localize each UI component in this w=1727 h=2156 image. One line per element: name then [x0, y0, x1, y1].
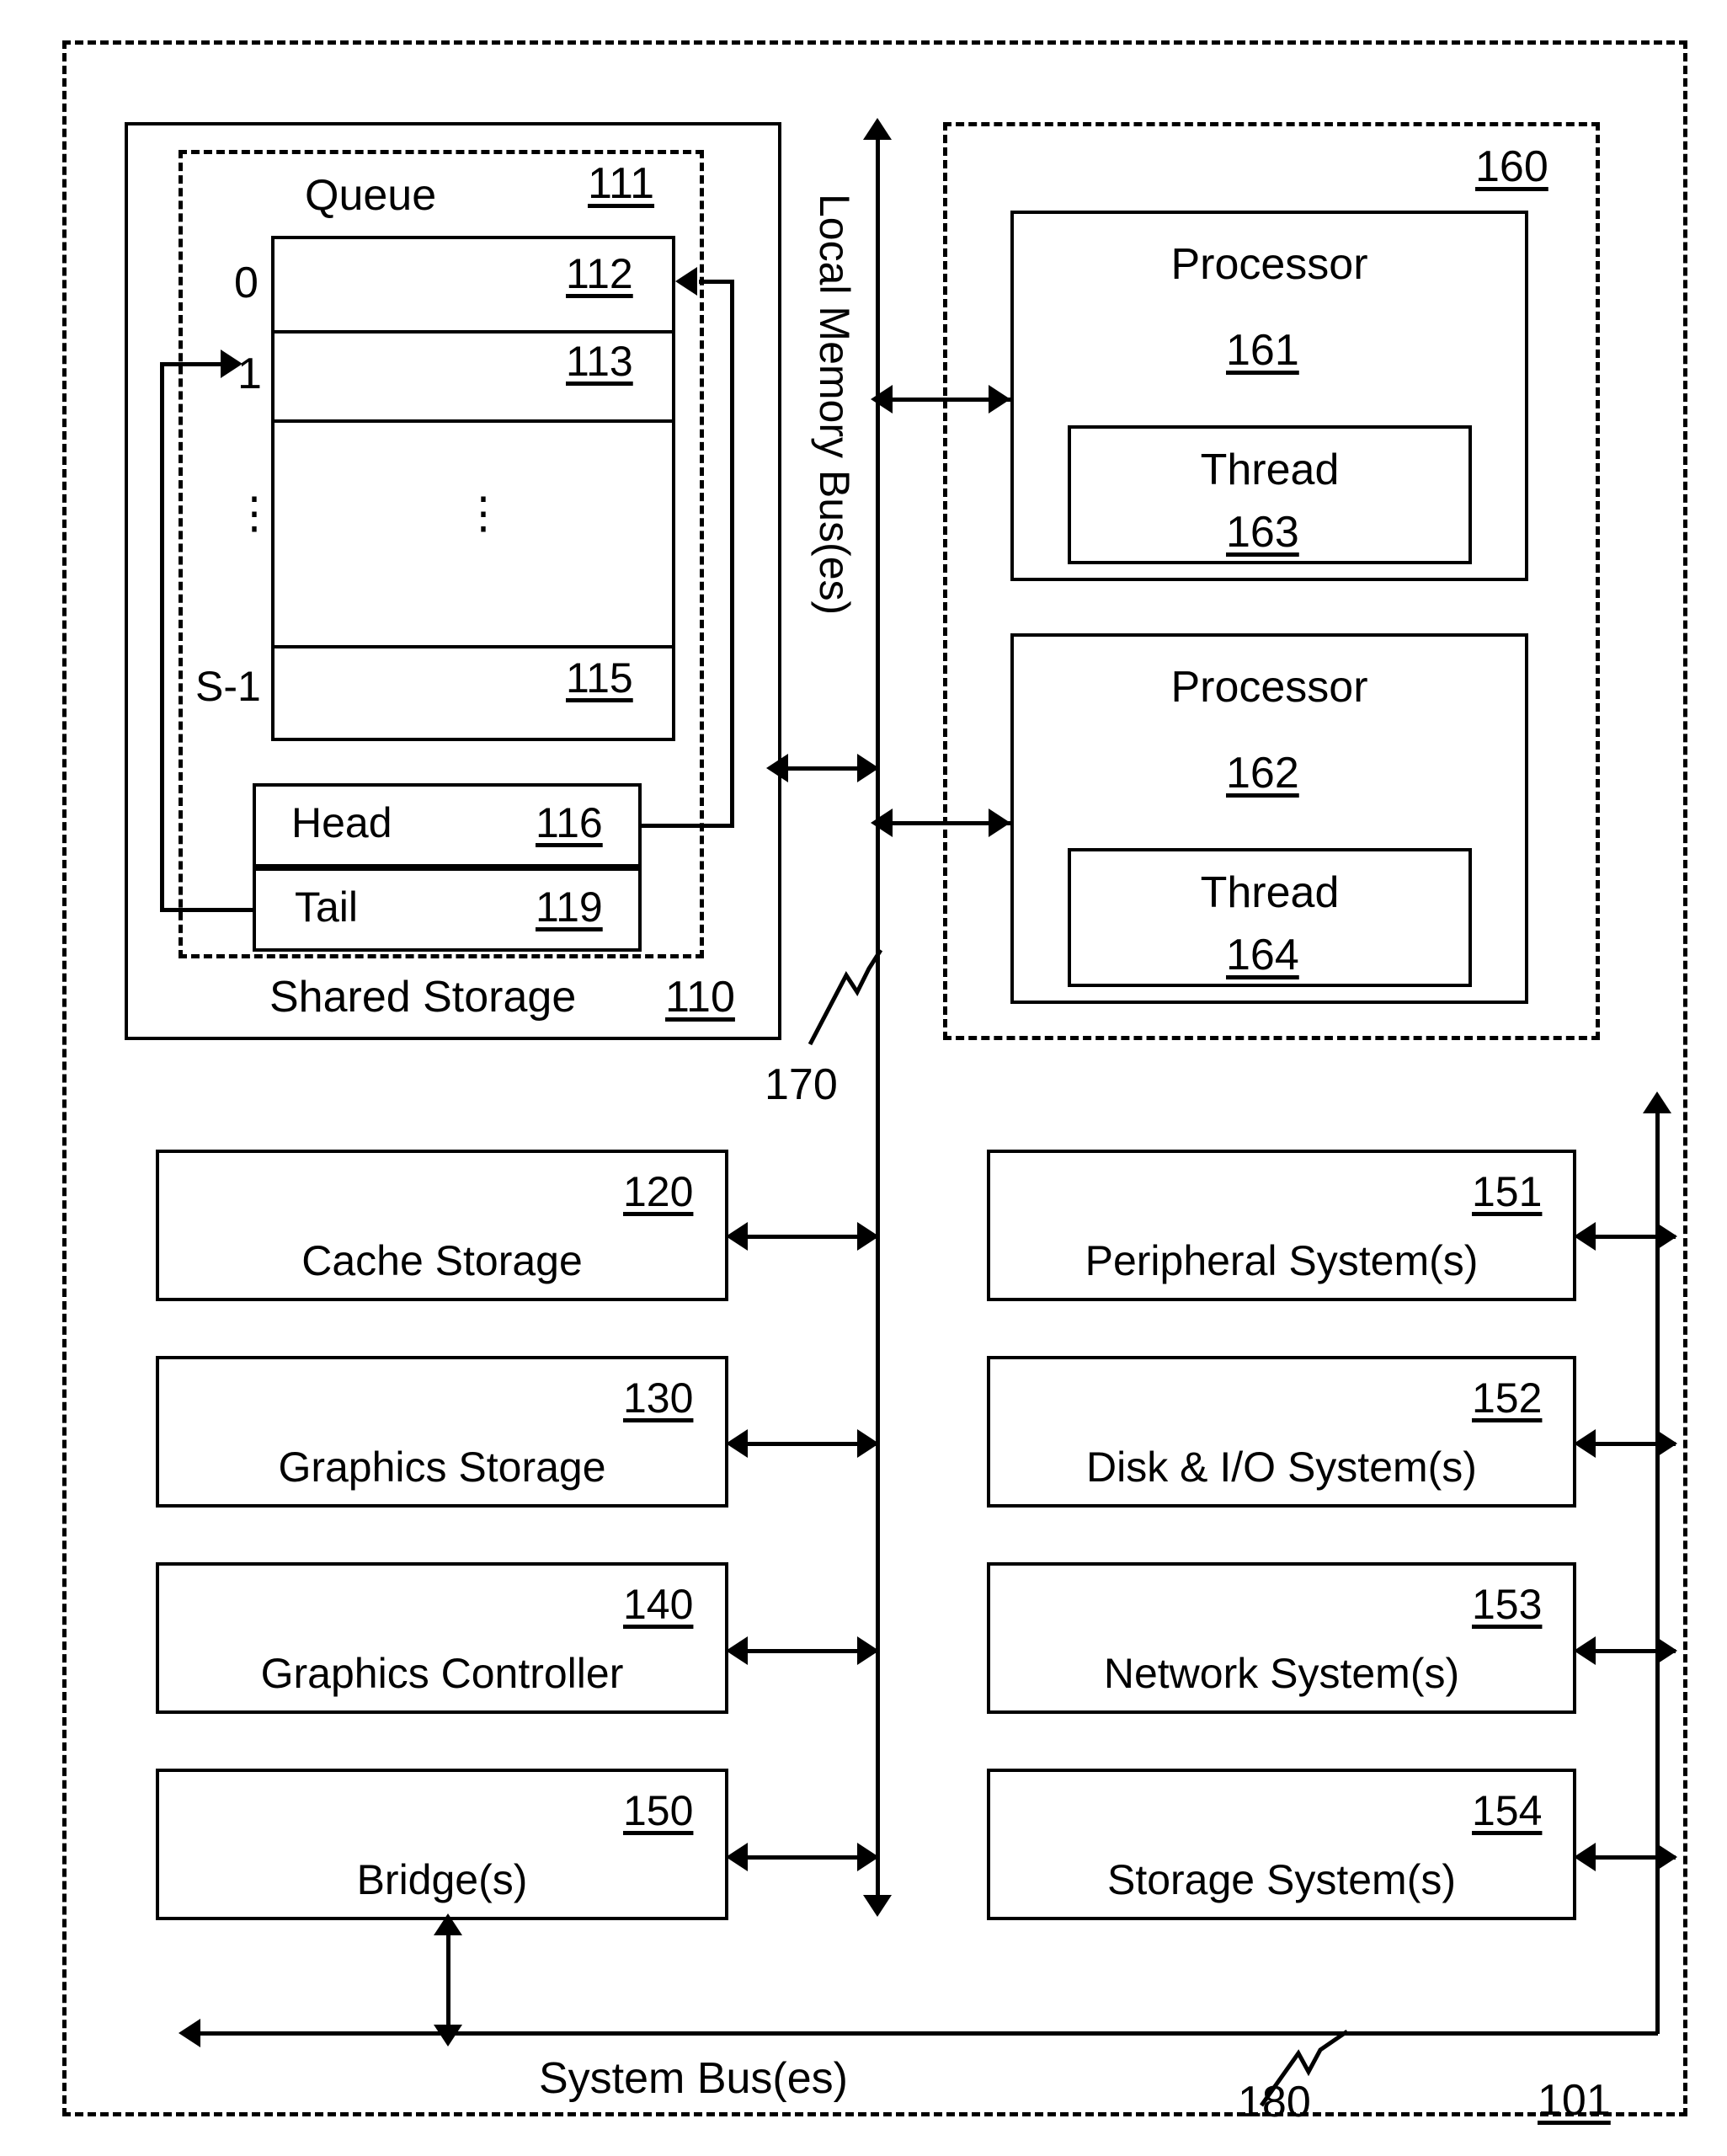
- thread-163-ref: 163: [1226, 508, 1299, 557]
- disk-io-systems-label: Disk & I/O System(s): [1086, 1444, 1477, 1491]
- bus-to-processor-161-arrow-left: [871, 385, 893, 414]
- shared-storage-bus-arrow-left: [766, 754, 788, 782]
- bridge-to-system-bus-arrow-down: [434, 2025, 462, 2047]
- shared-storage-ref-110: 110: [665, 973, 735, 1022]
- system-bus-line: [200, 2031, 1658, 2036]
- cache-storage-ref: 120: [623, 1168, 694, 1215]
- queue-cell-ref-112: 112: [566, 250, 633, 297]
- queue-row-label-0: 0: [234, 259, 259, 307]
- graphics-storage-ref: 130: [623, 1374, 694, 1422]
- head-label: Head: [291, 799, 392, 846]
- network-systems-label: Network System(s): [1103, 1650, 1460, 1697]
- storage-systems-label: Storage System(s): [1106, 1856, 1456, 1903]
- processor-161-label: Processor: [1170, 240, 1368, 289]
- local-memory-bus-ref-170: 170: [765, 1060, 838, 1109]
- storage-systems-arrow-left: [1574, 1843, 1596, 1871]
- tail-pointer-line-h-bottom: [160, 908, 254, 912]
- network-systems-arrow-left: [1574, 1636, 1596, 1665]
- graphics-controller-label: Graphics Controller: [260, 1650, 624, 1697]
- shared-storage-label: Shared Storage: [269, 973, 577, 1022]
- cache-storage-label: Cache Storage: [301, 1237, 583, 1284]
- head-pointer-line-h-top: [699, 280, 733, 284]
- queue-ref-111: 111: [588, 159, 655, 208]
- processor-group-ref-160: 160: [1475, 142, 1548, 191]
- tail-ref-119: 119: [536, 883, 603, 931]
- queue-middle-ellipsis: ⋮: [461, 489, 505, 538]
- peripheral-systems-arrow-left: [1574, 1222, 1596, 1251]
- local-memory-bus-lead-squiggle: [808, 948, 883, 1046]
- disk-io-systems-arrow-left: [1574, 1429, 1596, 1458]
- graphics-controller-arrow-right: [857, 1636, 879, 1665]
- queue-row-label-ellipsis: ⋮: [232, 489, 276, 538]
- shared-storage-bus-arrow-right: [857, 754, 879, 782]
- disk-io-systems-ref: 152: [1472, 1374, 1543, 1422]
- thread-164-label: Thread: [1200, 868, 1340, 917]
- local-memory-bus-arrow-top: [863, 118, 892, 140]
- system-bus-ref-180: 180: [1238, 2078, 1311, 2127]
- graphics-storage-arrow-left: [726, 1429, 748, 1458]
- processor-162-ref: 162: [1226, 749, 1299, 798]
- queue-cell-ref-115: 115: [566, 654, 633, 702]
- bridges-ref: 150: [623, 1787, 694, 1834]
- storage-systems-ref: 154: [1472, 1787, 1543, 1834]
- cache-storage-arrow-right: [857, 1222, 879, 1251]
- bridges-label: Bridge(s): [356, 1856, 528, 1903]
- thread-163-label: Thread: [1200, 446, 1340, 494]
- thread-164-ref: 164: [1226, 931, 1299, 979]
- patent-figure: Queue 111 0 1 ⋮ S-1 112 113 115 ⋮ Head 1…: [0, 0, 1727, 2156]
- cache-storage-arrow-left: [726, 1222, 748, 1251]
- head-pointer-arrowhead: [675, 267, 697, 296]
- graphics-controller-arrow-left: [726, 1636, 748, 1665]
- graphics-storage-label: Graphics Storage: [278, 1444, 606, 1491]
- bus-to-processor-161-arrow-right: [989, 385, 1010, 414]
- tail-pointer-line-h-top: [160, 362, 222, 366]
- head-pointer-line-h-bottom: [642, 824, 734, 828]
- bridge-to-system-bus-line: [446, 1929, 450, 2033]
- system-bus-label: System Bus(es): [539, 2054, 848, 2103]
- figure-ref-101: 101: [1538, 2076, 1611, 2125]
- tail-pointer-arrowhead: [221, 350, 243, 378]
- tail-label: Tail: [295, 883, 359, 931]
- bus-to-processor-162-arrow-left: [871, 808, 893, 837]
- bus-to-processor-162-arrow-right: [989, 808, 1010, 837]
- queue-title: Queue: [305, 171, 437, 220]
- head-pointer-line-v: [730, 280, 734, 825]
- peripheral-systems-label: Peripheral System(s): [1085, 1237, 1479, 1284]
- queue-cell-ref-113: 113: [566, 338, 633, 385]
- queue-row-label-s-minus-1: S-1: [195, 663, 261, 710]
- right-riser-arrow-top: [1643, 1091, 1671, 1113]
- bridges-arrow-left: [726, 1843, 748, 1871]
- bridges-arrow-right: [857, 1843, 879, 1871]
- graphics-controller-ref: 140: [623, 1581, 694, 1628]
- local-memory-bus-arrow-bottom: [863, 1895, 892, 1917]
- peripheral-systems-ref: 151: [1472, 1168, 1543, 1215]
- graphics-storage-arrow-right: [857, 1429, 879, 1458]
- bridge-to-system-bus-arrow-up: [434, 1913, 462, 1935]
- head-ref-116: 116: [536, 799, 603, 846]
- processor-161-ref: 161: [1226, 326, 1299, 375]
- tail-pointer-line-v: [160, 362, 164, 910]
- local-memory-bus-label: Local Memory Bus(es): [811, 194, 858, 616]
- network-systems-ref: 153: [1472, 1581, 1543, 1628]
- processor-162-label: Processor: [1170, 663, 1368, 712]
- system-bus-arrow-left: [179, 2019, 200, 2047]
- right-riser-line: [1655, 1112, 1660, 2034]
